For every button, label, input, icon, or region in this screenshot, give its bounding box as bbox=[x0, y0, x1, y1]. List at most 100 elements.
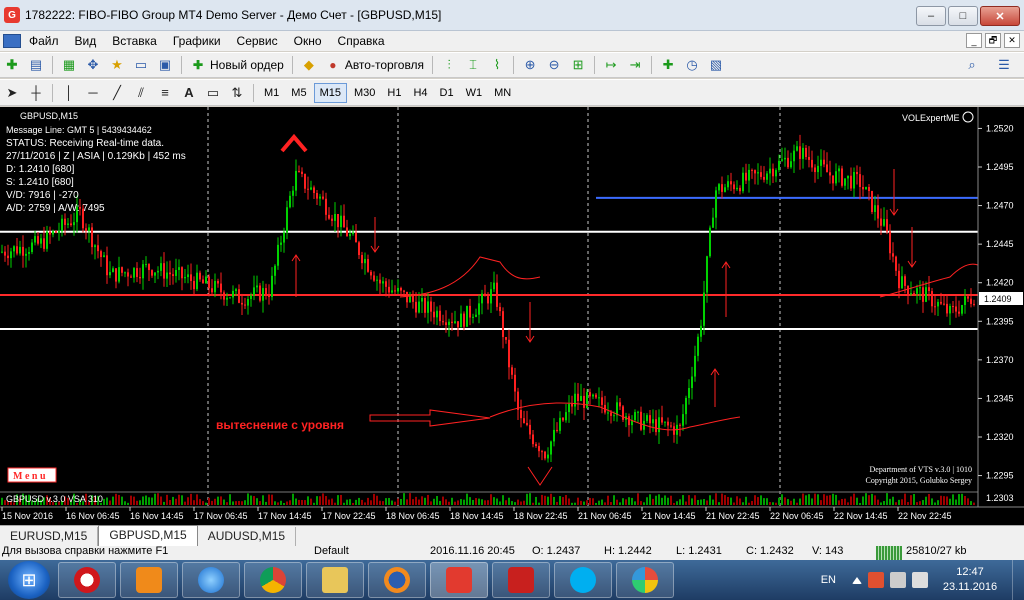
minimize-button[interactable]: – bbox=[916, 6, 946, 26]
timeframe-h4[interactable]: H4 bbox=[408, 83, 432, 103]
taskbar-skype[interactable] bbox=[554, 562, 612, 598]
menu-file[interactable]: Файл bbox=[29, 34, 71, 48]
tab-audusd[interactable]: AUDUSD,M15 bbox=[198, 527, 297, 546]
timeframe-d1[interactable]: D1 bbox=[435, 83, 459, 103]
periods-icon[interactable]: ◷ bbox=[681, 55, 703, 75]
menu-charts[interactable]: Графики bbox=[173, 34, 233, 48]
terminal-icon[interactable]: ▭ bbox=[130, 55, 152, 75]
tab-eurusd[interactable]: EURUSD,M15 bbox=[0, 527, 99, 546]
text-tool-icon[interactable]: A bbox=[178, 83, 200, 103]
taskbar-chrome[interactable] bbox=[244, 562, 302, 598]
mdi-restore-button[interactable]: 🗗 bbox=[985, 33, 1001, 48]
tray-arrow-icon[interactable] bbox=[852, 576, 862, 584]
bar-chart-icon[interactable]: ⫶ bbox=[438, 55, 460, 75]
taskbar-internet-explorer[interactable] bbox=[182, 562, 240, 598]
network-icon[interactable] bbox=[890, 572, 906, 588]
mdi-close-button[interactable]: ✕ bbox=[1004, 33, 1020, 48]
windows-start-icon[interactable]: ⊞ bbox=[8, 561, 50, 599]
mdi-minimize-button[interactable]: _ bbox=[966, 33, 982, 48]
menu-view[interactable]: Вид bbox=[75, 34, 109, 48]
templates-icon[interactable]: ▧ bbox=[705, 55, 727, 75]
profiles-icon[interactable]: ▤ bbox=[25, 55, 47, 75]
tab-gbpusd[interactable]: GBPUSD,M15 bbox=[98, 525, 198, 546]
fibonacci-icon[interactable]: ≡ bbox=[154, 83, 176, 103]
volume-bar bbox=[754, 495, 756, 505]
toolbar-separator bbox=[651, 56, 653, 74]
candle-body bbox=[73, 222, 75, 226]
zoom-out-icon[interactable]: ⊖ bbox=[543, 55, 565, 75]
timeframe-m30[interactable]: M30 bbox=[349, 83, 380, 103]
menu-window[interactable]: Окно bbox=[294, 34, 334, 48]
timeframe-m5[interactable]: M5 bbox=[286, 83, 311, 103]
candle-body bbox=[799, 146, 801, 159]
taskbar-acrobat[interactable] bbox=[492, 562, 550, 598]
taskbar-paint[interactable] bbox=[616, 562, 674, 598]
new-order-button[interactable]: ✚ Новый ордер bbox=[186, 55, 288, 75]
timeframe-mn[interactable]: MN bbox=[489, 83, 516, 103]
chart-window[interactable]: GBPUSD,M15 Message Line: GMT 5 | 5439434… bbox=[0, 107, 1024, 525]
clock[interactable]: 12:47 23.11.2016 bbox=[934, 565, 1006, 595]
metaeditor-icon[interactable]: ◆ bbox=[298, 55, 320, 75]
taskbar-firefox[interactable] bbox=[368, 562, 426, 598]
menu-help[interactable]: Справка bbox=[338, 34, 397, 48]
show-desktop-button[interactable] bbox=[1012, 560, 1024, 600]
market-watch-icon[interactable]: ▦ bbox=[58, 55, 80, 75]
indicators-icon[interactable]: ✚ bbox=[657, 55, 679, 75]
maximize-button[interactable]: □ bbox=[948, 6, 978, 26]
timeframe-m1[interactable]: M1 bbox=[259, 83, 284, 103]
candle-body bbox=[91, 227, 93, 248]
volume-bar bbox=[310, 498, 312, 505]
menu-tools[interactable]: Сервис bbox=[237, 34, 290, 48]
vertical-line-icon[interactable]: │ bbox=[58, 83, 80, 103]
price-chart[interactable]: GBPUSD,M15 Message Line: GMT 5 | 5439434… bbox=[0, 107, 1024, 525]
volume-bar bbox=[283, 502, 285, 505]
menu-insert[interactable]: Вставка bbox=[112, 34, 169, 48]
timeframe-m15[interactable]: M15 bbox=[313, 82, 347, 103]
indicator-close-icon[interactable] bbox=[962, 111, 974, 123]
timeframe-h1[interactable]: H1 bbox=[382, 83, 406, 103]
candlestick-icon[interactable]: ⌶ bbox=[462, 55, 484, 75]
channel-icon[interactable]: ⫽ bbox=[130, 83, 152, 103]
close-button[interactable]: ✕ bbox=[980, 6, 1020, 26]
taskbar-explorer[interactable] bbox=[306, 562, 364, 598]
tile-windows-icon[interactable]: ⊞ bbox=[567, 55, 589, 75]
candle-body bbox=[277, 244, 279, 266]
toolbar-separator bbox=[513, 56, 515, 74]
new-chart-icon[interactable]: ✚ bbox=[1, 55, 23, 75]
candle-body bbox=[685, 397, 687, 415]
document-icon[interactable] bbox=[3, 34, 21, 48]
taskbar-metatrader[interactable] bbox=[430, 562, 488, 598]
menu-label[interactable]: M e n u bbox=[13, 471, 46, 482]
candle-body bbox=[250, 295, 252, 299]
volume-icon[interactable] bbox=[912, 572, 928, 588]
timeframe-w1[interactable]: W1 bbox=[461, 83, 488, 103]
label-tool-icon[interactable]: ▭ bbox=[202, 83, 224, 103]
trendline-icon[interactable]: ╱ bbox=[106, 83, 128, 103]
arrows-tool-icon[interactable]: ⇅ bbox=[226, 83, 248, 103]
volume-bar bbox=[919, 501, 921, 505]
taskbar-opera[interactable] bbox=[58, 562, 116, 598]
options-icon[interactable]: ☰ bbox=[993, 55, 1015, 75]
candle-body bbox=[874, 205, 876, 212]
skype-icon bbox=[570, 567, 596, 593]
status-profile[interactable]: Default bbox=[314, 546, 349, 560]
chart-annotation: вытеснение с уровня bbox=[216, 418, 344, 432]
zoom-in-icon[interactable]: ⊕ bbox=[519, 55, 541, 75]
cursor-icon[interactable]: ➤ bbox=[1, 83, 23, 103]
crosshair-icon[interactable]: ┼ bbox=[25, 83, 47, 103]
data-window-icon[interactable]: ✥ bbox=[82, 55, 104, 75]
volume-bar bbox=[631, 497, 633, 505]
line-chart-icon[interactable]: ⌇ bbox=[486, 55, 508, 75]
flag-icon[interactable] bbox=[868, 572, 884, 588]
navigator-icon[interactable]: ★ bbox=[106, 55, 128, 75]
horizontal-line-icon[interactable]: ─ bbox=[82, 83, 104, 103]
language-indicator[interactable]: EN bbox=[821, 574, 836, 586]
chart-shift-icon[interactable]: ⇥ bbox=[624, 55, 646, 75]
volume-bar bbox=[508, 497, 510, 505]
search-icon[interactable]: ⌕ bbox=[961, 55, 983, 75]
autoscroll-icon[interactable]: ↦ bbox=[600, 55, 622, 75]
autotrading-button[interactable]: ● Авто-торговля bbox=[321, 55, 428, 75]
taskbar-media-player[interactable] bbox=[120, 562, 178, 598]
traffic-icon bbox=[876, 546, 902, 560]
tester-icon[interactable]: ▣ bbox=[154, 55, 176, 75]
